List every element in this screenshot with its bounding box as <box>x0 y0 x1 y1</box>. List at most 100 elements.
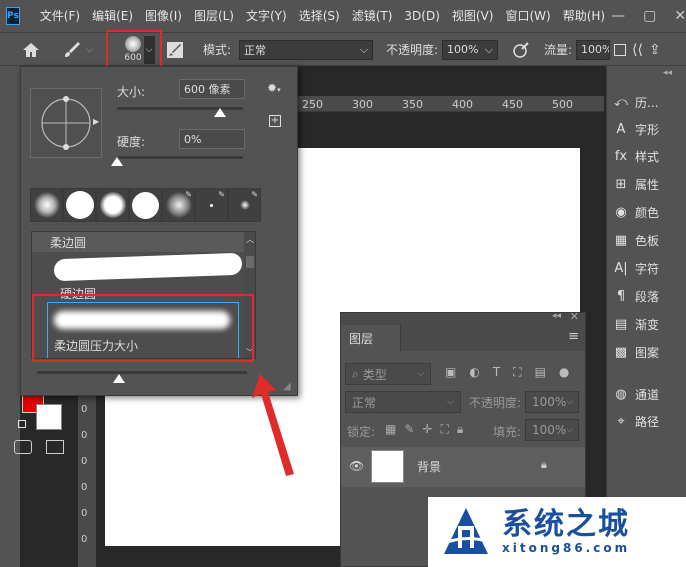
fill-value: 100% <box>532 423 567 437</box>
brush-name: 柔边圆 <box>50 236 87 250</box>
panel-button-swatches[interactable]: ▦ 色板 <box>613 232 659 249</box>
chevron-up-icon[interactable]: ︿ <box>246 234 254 245</box>
filter-type-value: 类型 <box>362 367 387 382</box>
menu-item-5[interactable]: 选择(S) <box>293 0 346 32</box>
fill-field[interactable]: 100% ⌵ <box>525 419 579 441</box>
menu-item-10[interactable]: 帮助(H) <box>557 0 611 32</box>
tab-layers-label: 图层 <box>349 332 374 346</box>
preset-small-2[interactable]: ✎ <box>228 188 261 222</box>
panel-button-properties[interactable]: ⊞ 属性 <box>613 176 659 193</box>
thumbnail-size-slider[interactable] <box>37 371 247 374</box>
menu-item-1[interactable]: 编辑(E) <box>86 0 139 32</box>
layer-opacity-field[interactable]: 100% ⌵ <box>525 391 579 413</box>
brush-tool-icon[interactable]: ⌵ <box>62 33 93 66</box>
gear-icon[interactable]: ✹▾ <box>267 81 281 95</box>
filter-toggle-icon[interactable]: ● <box>559 365 569 380</box>
hardness-slider-thumb[interactable] <box>111 157 123 166</box>
type-filter-icon[interactable]: T <box>493 365 500 380</box>
layer-opacity-value: 100% <box>532 395 567 409</box>
airbrush-icon[interactable] <box>614 43 626 56</box>
background-color-swatch[interactable] <box>36 404 62 430</box>
layer-blend-mode-select[interactable]: 正常 ⌵ <box>345 391 461 413</box>
share-icon[interactable]: ⇪ <box>649 42 661 58</box>
lock-position-icon[interactable]: ✛ <box>422 422 432 437</box>
panel-button-channels[interactable]: ◍ 通道 <box>613 386 659 403</box>
panel-button-label: 通道 <box>635 388 660 402</box>
layer-filter-select[interactable]: ⌕ 类型 ⌵ <box>345 363 431 385</box>
restore-button[interactable]: ▢ <box>643 8 656 24</box>
hardness-input[interactable]: 0% <box>179 129 245 149</box>
preset-soft-2[interactable] <box>96 188 129 222</box>
opacity-field[interactable]: 100% ⌵ <box>442 39 499 60</box>
panel-button-label: 图案 <box>635 346 660 360</box>
list-item[interactable]: 柔边圆 <box>32 232 244 252</box>
brush-picker-chevron-icon[interactable]: ⌵ <box>143 33 155 66</box>
smart-object-filter-icon[interactable]: ▤ <box>535 365 546 380</box>
eye-visibility-icon[interactable]: 👁︎ <box>349 459 364 473</box>
brush-settings-icon[interactable] <box>166 33 184 66</box>
menu-item-6[interactable]: 滤镜(T) <box>346 0 399 32</box>
size-input[interactable]: 600 像素 <box>179 79 245 99</box>
collapse-icon[interactable]: ◂◂ <box>552 311 561 321</box>
default-colors-icon[interactable] <box>18 420 26 428</box>
panel-button-paths[interactable]: ⌖ 路径 <box>613 413 659 430</box>
pattern-icon: ▩ <box>614 345 628 360</box>
panel-header-bar: ◂◂ ✕ <box>341 310 585 325</box>
thumbnail-size-thumb[interactable] <box>113 374 125 383</box>
panel-button-color[interactable]: ◉ 颜色 <box>613 204 659 221</box>
home-icon[interactable] <box>22 33 40 66</box>
menu-bar: Ps 文件(F) 编辑(E) 图像(I) 图层(L) 文字(Y) 选择(S) 滤镜(T) 3D… <box>0 0 686 32</box>
shape-filter-icon[interactable]: ⛶ <box>513 365 521 380</box>
lock-all-icon[interactable]: 🔒︎ <box>457 422 463 437</box>
preset-small-1[interactable]: ✎ <box>195 188 228 222</box>
panel-button-type[interactable]: A| 字符 <box>613 260 659 277</box>
mode-select[interactable]: 正常 ⌵ <box>239 39 374 60</box>
pressure-opacity-icon[interactable] <box>512 33 530 66</box>
brush-tip-preview[interactable] <box>30 88 102 158</box>
menu-item-3[interactable]: 图层(L) <box>188 0 240 32</box>
panel-button-styles[interactable]: fx 样式 <box>613 148 659 165</box>
menu-item-4[interactable]: 文字(Y) <box>240 0 293 32</box>
panel-button-paragraph[interactable]: ¶ 段落 <box>613 288 659 305</box>
screen-mode-icon[interactable] <box>46 440 64 454</box>
menu-item-7[interactable]: 3D(D) <box>398 0 445 32</box>
smoothing-icon[interactable]: ⟨⟨ <box>632 42 643 58</box>
pixel-filter-icon[interactable]: ▣ <box>445 365 456 380</box>
minimize-button[interactable]: — <box>611 8 625 24</box>
chevron-down-icon[interactable]: ⌵ <box>86 45 93 55</box>
new-preset-icon[interactable]: + <box>269 115 281 127</box>
lock-artboard-icon[interactable]: ⛶ <box>440 422 448 437</box>
close-icon[interactable]: ✕ <box>570 310 579 323</box>
menu-item-2[interactable]: 图像(I) <box>139 0 188 32</box>
close-button[interactable]: ✕ <box>674 8 686 24</box>
size-slider-thumb[interactable] <box>214 108 227 117</box>
lock-transparent-icon[interactable]: ▦ <box>385 422 396 437</box>
panel-button-character[interactable]: A 字形 <box>613 121 659 138</box>
flow-field[interactable]: 100% <box>576 39 611 60</box>
panel-button-gradient[interactable]: ▤ 渐变 <box>613 316 659 333</box>
type-icon: A| <box>614 261 628 276</box>
layer-thumbnail <box>371 450 404 483</box>
lock-image-icon[interactable]: ✎ <box>404 422 414 437</box>
hardness-slider[interactable] <box>117 156 243 159</box>
properties-icon: ⊞ <box>615 177 627 192</box>
preset-soft-pressure[interactable]: ✎ <box>162 188 195 222</box>
preset-soft-1[interactable] <box>30 188 63 222</box>
quick-mask-icon[interactable] <box>14 440 32 454</box>
ruler-tick: 0 <box>81 534 88 545</box>
menu-item-9[interactable]: 窗口(W) <box>499 0 556 32</box>
collapse-dock-icon[interactable]: ◂◂ <box>663 68 672 78</box>
adjustment-filter-icon[interactable]: ◐ <box>469 365 479 380</box>
panel-button-pattern[interactable]: ▩ 图案 <box>613 344 659 361</box>
ruler-tick: 300 <box>352 98 373 111</box>
preset-hard-1[interactable] <box>63 188 96 222</box>
preset-hard-2[interactable] <box>129 188 162 222</box>
panel-button-history[interactable]: ⤺ 历... <box>613 94 658 111</box>
scrollbar-thumb[interactable] <box>246 256 254 268</box>
menu-item-0[interactable]: 文件(F) <box>34 0 86 32</box>
swatches-icon: ▦ <box>614 233 628 248</box>
tab-layers[interactable]: 图层 <box>341 325 401 351</box>
menu-item-8[interactable]: 视图(V) <box>446 0 500 32</box>
layer-row[interactable]: 👁︎ 背景 🔒︎ <box>341 447 585 487</box>
panel-menu-icon[interactable]: ≡ <box>568 329 579 344</box>
